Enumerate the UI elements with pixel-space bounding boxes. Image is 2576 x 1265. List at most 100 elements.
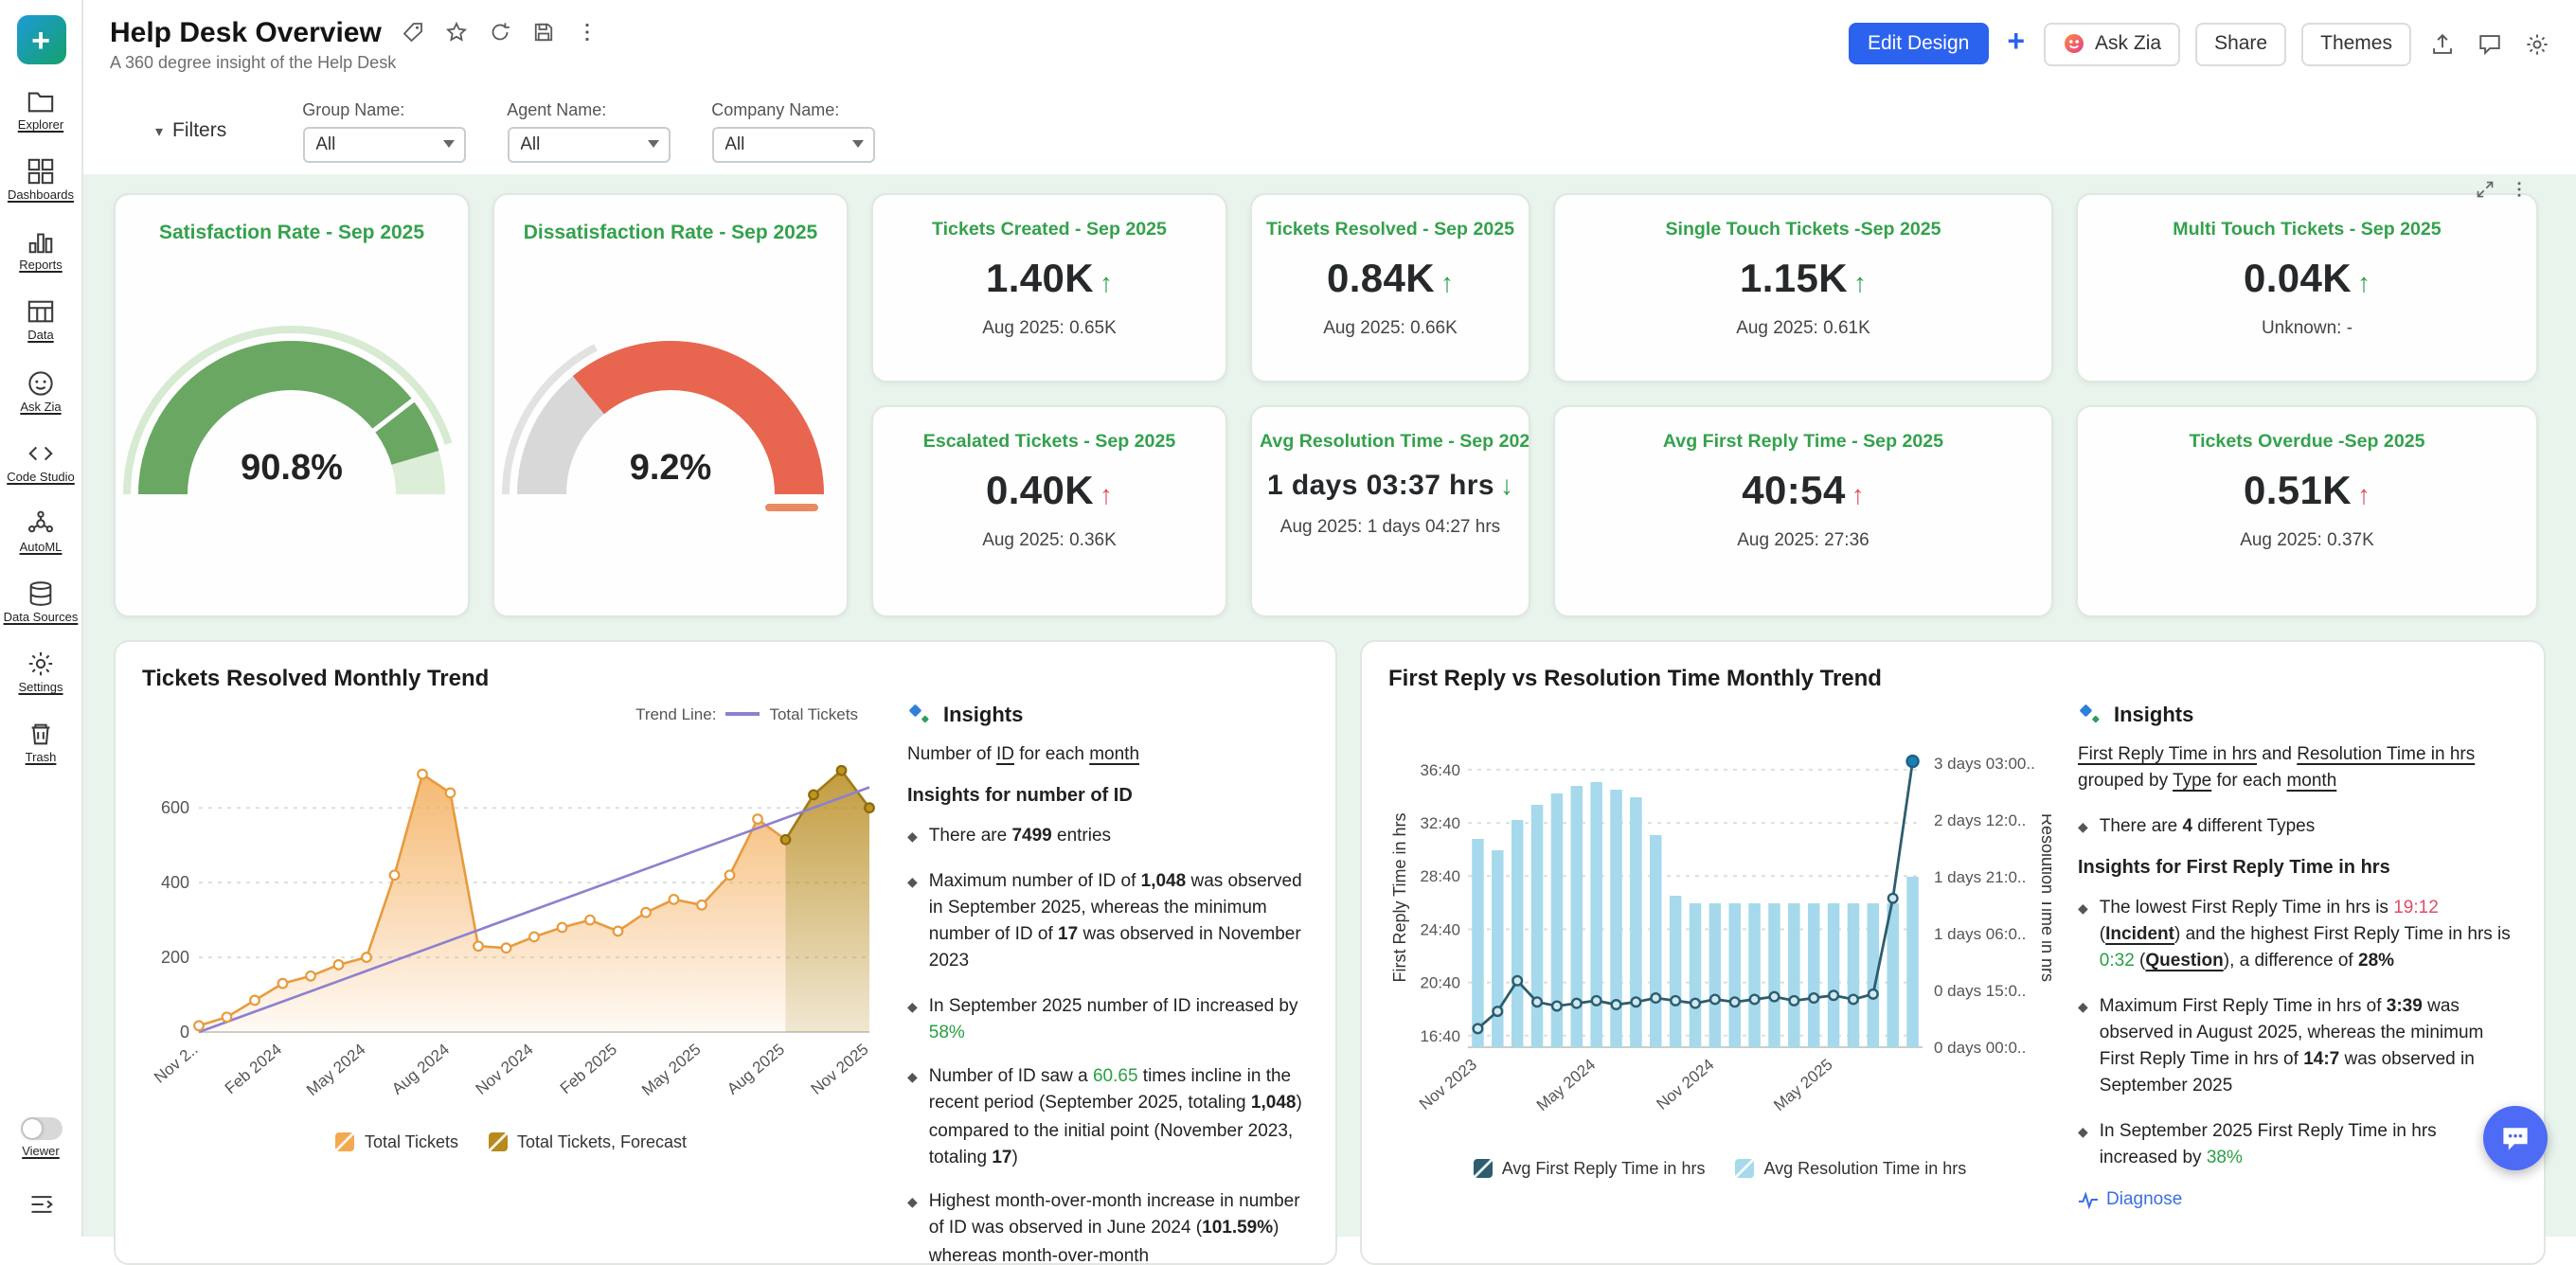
viewer-toggle[interactable] xyxy=(20,1117,62,1140)
sidebar-item-data[interactable]: Data xyxy=(0,298,82,344)
diagnose-link[interactable]: Diagnose xyxy=(2078,1189,2517,1210)
panel-title: Tickets Resolved Monthly Trend xyxy=(142,665,1309,691)
settings-button[interactable] xyxy=(2521,27,2553,60)
sidebar: + Explorer Dashboards Reports Data Ask Z… xyxy=(0,0,83,1237)
edit-design-button[interactable]: Edit Design xyxy=(1849,23,1988,64)
insight-subheading: Insights for number of ID xyxy=(907,787,1309,808)
sidebar-item-explorer[interactable]: Explorer xyxy=(0,87,82,133)
gauge-card[interactable]: Dissatisfaction Rate - Sep 2025 9.2% xyxy=(492,193,849,617)
filter-field: Company Name: All xyxy=(711,99,874,162)
kpi-card[interactable]: Multi Touch Tickets - Sep 2025 0.04K ↑ U… xyxy=(2076,193,2538,383)
filter-select[interactable]: All xyxy=(302,126,465,162)
filter-select[interactable]: All xyxy=(711,126,874,162)
kpi-card[interactable]: Single Touch Tickets -Sep 2025 1.15K ↑ A… xyxy=(1553,193,2053,383)
data-icon xyxy=(27,298,55,327)
share-button[interactable]: Share xyxy=(2195,22,2286,65)
expand-icon[interactable] xyxy=(2476,174,2495,208)
kpi-grid: Tickets Created - Sep 2025 1.40K ↑ Aug 2… xyxy=(114,193,2546,617)
export-button[interactable] xyxy=(2426,27,2459,60)
kpi-card[interactable]: Tickets Overdue -Sep 2025 0.51K ↑ Aug 20… xyxy=(2076,405,2538,617)
chart-column: Trend Line: Total Tickets 0200400600Nov … xyxy=(142,703,881,1265)
ask-zia-label: Ask Zia xyxy=(2095,32,2161,55)
svg-text:Nov 2..: Nov 2.. xyxy=(151,1041,201,1087)
svg-text:9.2%: 9.2% xyxy=(630,448,712,488)
legend-item[interactable]: Avg First Reply Time in hrs xyxy=(1474,1159,1706,1178)
filter-field: Group Name: All xyxy=(302,99,465,162)
gauge-title: Dissatisfaction Rate - Sep 2025 xyxy=(524,222,817,244)
filter-fields: Group Name: All Agent Name: All Company … xyxy=(302,99,916,162)
insight-bullet: ◆Number of ID saw a 60.65 times incline … xyxy=(907,1064,1309,1172)
reports-icon xyxy=(27,228,55,257)
sidebar-item-trash[interactable]: Trash xyxy=(0,721,82,766)
code-icon xyxy=(27,438,55,467)
kpi-card[interactable]: Tickets Created - Sep 2025 1.40K ↑ Aug 2… xyxy=(871,193,1227,383)
svg-text:Nov 2025: Nov 2025 xyxy=(808,1041,872,1098)
page-title: Help Desk Overview xyxy=(110,16,382,48)
filter-field: Agent Name: All xyxy=(507,99,670,162)
ask-zia-button[interactable]: Ask Zia xyxy=(2044,22,2180,65)
sidebar-item-automl[interactable]: AutoML xyxy=(0,509,82,555)
filter-select[interactable]: All xyxy=(507,126,670,162)
svg-text:Aug 2025: Aug 2025 xyxy=(724,1041,788,1098)
panel-first-reply-vs-resolution[interactable]: First Reply vs Resolution Time Monthly T… xyxy=(1360,640,2546,1265)
collapse-sidebar-button[interactable] xyxy=(16,1189,65,1225)
insight-bullet: ◆There are 4 different Types xyxy=(2078,813,2517,841)
legend-item[interactable]: Total Tickets xyxy=(336,1132,458,1151)
trend-up-arrow-icon: ↑ xyxy=(1100,267,1113,297)
gauge-title: Satisfaction Rate - Sep 2025 xyxy=(159,222,424,244)
sidebar-item-reports[interactable]: Reports xyxy=(0,228,82,274)
kpi-card[interactable]: Avg Resolution Time - Sep 2025 1 days 03… xyxy=(1250,405,1530,617)
sidebar-item-label: Settings xyxy=(19,682,63,695)
legend-swatch-icon xyxy=(489,1132,508,1151)
kpi-compare: Unknown: - xyxy=(2078,318,2536,339)
legend-label: Total Tickets xyxy=(365,1132,458,1151)
gauge-chart: 9.2% xyxy=(472,286,869,538)
filter-label: Group Name: xyxy=(302,99,465,118)
tickets-resolved-chart[interactable]: 0200400600Nov 2..Feb 2024May 2024Aug 202… xyxy=(142,729,881,1127)
legend-item[interactable]: Avg Resolution Time in hrs xyxy=(1735,1159,1966,1178)
insights-content: Number of ID for each monthInsights for … xyxy=(907,742,1309,1265)
insights-icon xyxy=(907,703,932,727)
gauge-card[interactable]: Satisfaction Rate - Sep 2025 90.8% xyxy=(114,193,470,617)
tag-icon[interactable] xyxy=(402,21,425,44)
diagnose-icon xyxy=(2078,1189,2099,1210)
sidebar-item-dashboards[interactable]: Dashboards xyxy=(0,157,82,203)
bullet-marker-icon: ◆ xyxy=(907,1195,918,1265)
title-block: Help Desk Overview A 360 degree insight … xyxy=(83,16,599,71)
svg-text:3 days 03:00..: 3 days 03:00.. xyxy=(1934,755,2035,773)
sidebar-item-settings[interactable]: Settings xyxy=(0,650,82,695)
sidebar-item-zia[interactable]: Ask Zia xyxy=(0,368,82,414)
sidebar-item-sources[interactable]: Data Sources xyxy=(0,579,82,625)
save-icon[interactable] xyxy=(533,21,556,44)
themes-button[interactable]: Themes xyxy=(2301,22,2411,65)
insight-bullet: ◆Highest month-over-month increase in nu… xyxy=(907,1189,1309,1265)
create-new-button[interactable]: + xyxy=(16,15,65,64)
chevron-down-icon: ▾ xyxy=(155,122,163,139)
kpi-card[interactable]: Avg First Reply Time - Sep 2025 40:54 ↑ … xyxy=(1553,405,2053,617)
add-button[interactable]: + xyxy=(2003,27,2029,61)
trend-up-arrow-icon: ↑ xyxy=(1440,267,1454,297)
refresh-icon[interactable] xyxy=(490,21,512,44)
star-icon[interactable] xyxy=(446,21,469,44)
filters-toggle[interactable]: ▾ Filters xyxy=(144,117,238,144)
svg-text:2 days 12:0..: 2 days 12:0.. xyxy=(1934,811,2026,829)
more-icon[interactable] xyxy=(577,21,599,44)
collapse-icon xyxy=(27,1191,54,1218)
sidebar-item-label: Trash xyxy=(26,753,57,766)
kebab-icon[interactable] xyxy=(2510,174,2529,208)
sidebar-item-code[interactable]: Code Studio xyxy=(0,438,82,484)
kpi-value: 0.40K xyxy=(986,470,1094,515)
first-reply-resolution-chart[interactable]: 16:4020:4024:4028:4032:4036:400 days 00:… xyxy=(1388,729,2051,1153)
zia-chat-fab[interactable] xyxy=(2483,1106,2548,1170)
svg-text:36:40: 36:40 xyxy=(1420,761,1460,779)
main-area: Help Desk Overview A 360 degree insight … xyxy=(83,0,2576,1237)
svg-text:0 days 15:0..: 0 days 15:0.. xyxy=(1934,982,2026,1000)
comments-button[interactable] xyxy=(2474,27,2506,60)
svg-text:Nov 2024: Nov 2024 xyxy=(1653,1056,1717,1114)
kpi-title: Tickets Overdue -Sep 2025 xyxy=(2078,432,2536,453)
svg-text:Nov 2024: Nov 2024 xyxy=(473,1041,537,1098)
kpi-card[interactable]: Tickets Resolved - Sep 2025 0.84K ↑ Aug … xyxy=(1250,193,1530,383)
legend-item[interactable]: Total Tickets, Forecast xyxy=(489,1132,687,1151)
kpi-card[interactable]: Escalated Tickets - Sep 2025 0.40K ↑ Aug… xyxy=(871,405,1227,617)
panel-tickets-resolved-trend[interactable]: Tickets Resolved Monthly Trend Trend Lin… xyxy=(114,640,1337,1265)
